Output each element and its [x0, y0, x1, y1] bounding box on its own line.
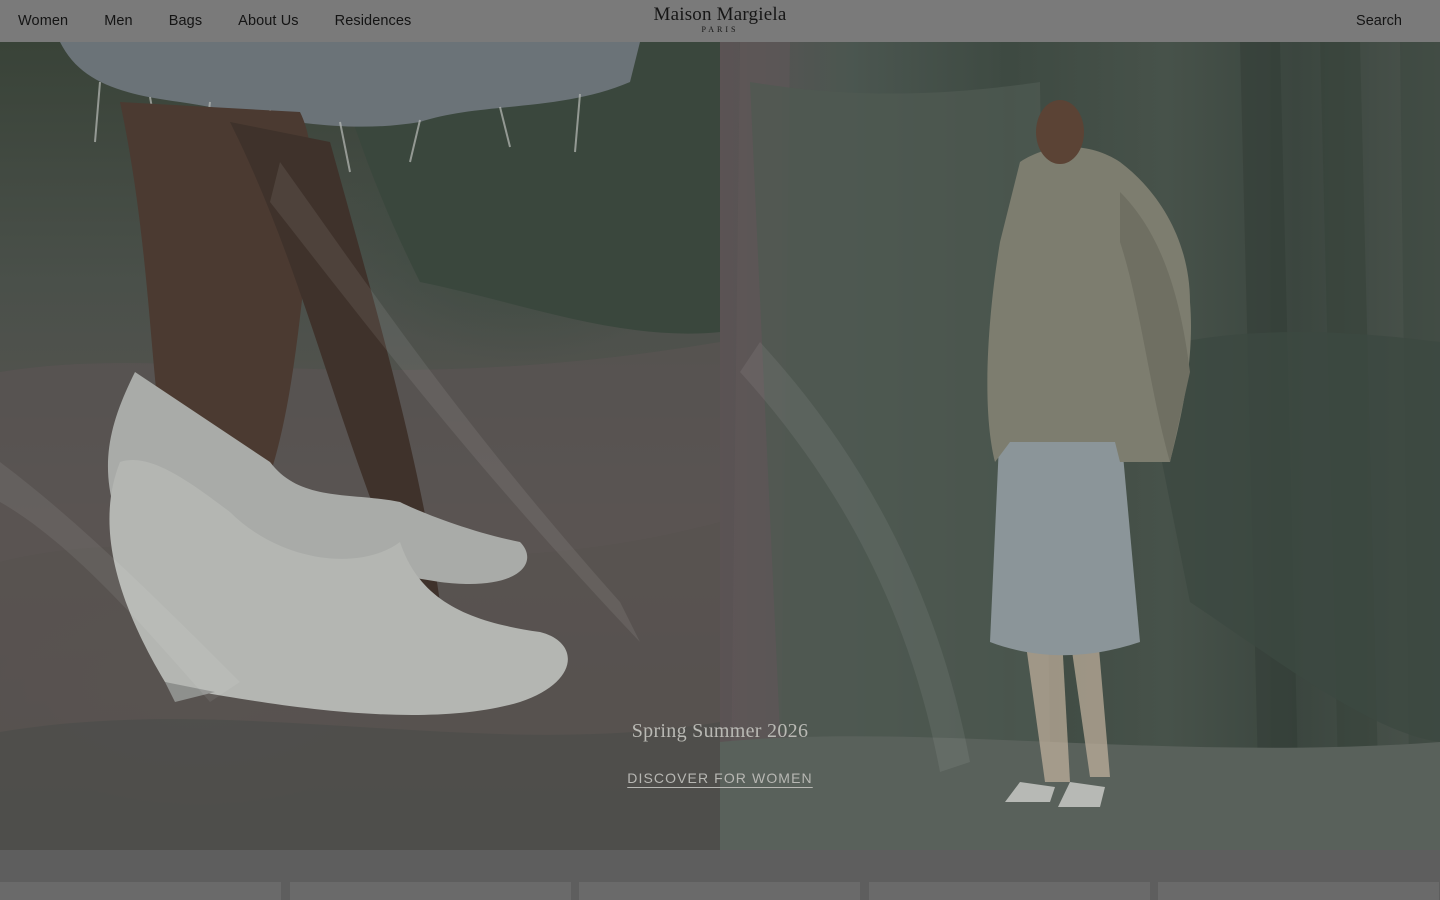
- search-button[interactable]: Search: [1356, 0, 1402, 42]
- product-card[interactable]: [869, 882, 1150, 900]
- hero-cta-wrapper: DISCOVER FOR WOMEN: [0, 770, 1440, 788]
- product-card[interactable]: [0, 882, 281, 900]
- main-nav: Women Men Bags About Us Residences: [18, 0, 447, 42]
- logo-brand-name: Maison Margiela: [653, 4, 787, 25]
- product-card[interactable]: [290, 882, 571, 900]
- product-card[interactable]: [579, 882, 860, 900]
- nav-women[interactable]: Women: [18, 13, 68, 29]
- logo-city: PARIS: [701, 25, 739, 34]
- product-card[interactable]: [1158, 882, 1439, 900]
- homepage: Women Men Bags About Us Residences Maiso…: [0, 0, 1440, 900]
- product-strip: [0, 850, 1440, 900]
- nav-residences[interactable]: Residences: [335, 13, 412, 29]
- nav-men[interactable]: Men: [104, 13, 133, 29]
- discover-for-women-link[interactable]: DISCOVER FOR WOMEN: [627, 770, 812, 786]
- brand-logo[interactable]: Maison Margiela PARIS: [620, 4, 820, 34]
- nav-bags[interactable]: Bags: [169, 13, 202, 29]
- hero-season-title: Spring Summer 2026: [631, 720, 809, 742]
- nav-about-us[interactable]: About Us: [238, 13, 298, 29]
- hero-banner: Spring Summer 2026 DISCOVER FOR WOMEN: [0, 42, 1440, 850]
- site-header: Women Men Bags About Us Residences Maiso…: [0, 0, 1440, 42]
